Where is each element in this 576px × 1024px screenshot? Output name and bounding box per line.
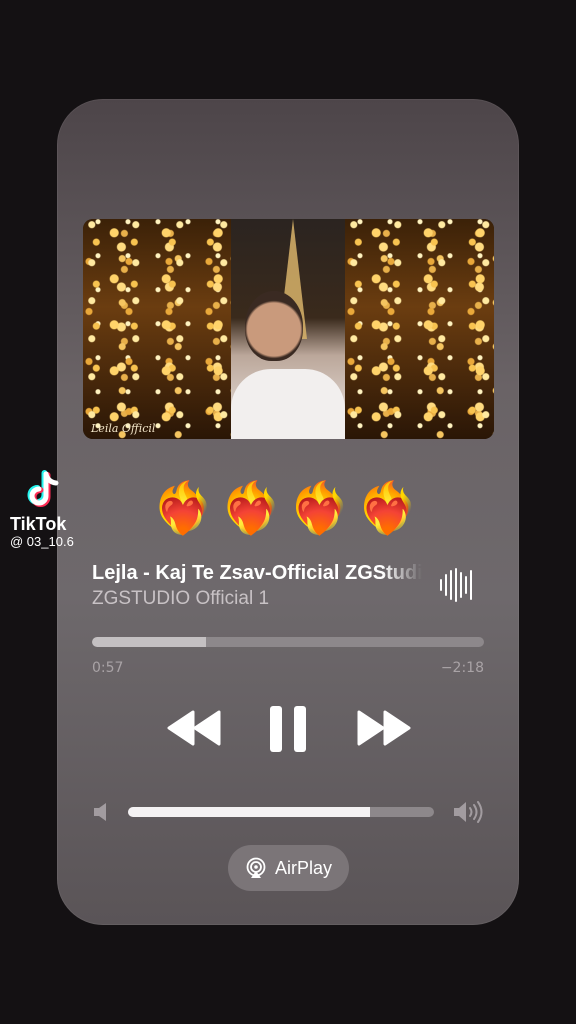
pause-icon <box>270 706 306 752</box>
artwork-bokeh-left <box>83 219 231 439</box>
volume-level-fill <box>128 807 370 817</box>
airplay-icon <box>246 857 266 878</box>
playback-scrubber[interactable] <box>92 637 484 647</box>
time-remaining: −2:18 <box>440 660 484 676</box>
airplay-button[interactable]: AirPlay <box>228 845 349 891</box>
fast-forward-icon <box>357 710 411 746</box>
airplay-label: AirPlay <box>274 857 332 878</box>
pause-button[interactable] <box>268 705 308 753</box>
rewind-button[interactable] <box>165 708 223 748</box>
fast-forward-button[interactable] <box>355 708 413 748</box>
song-artist: ZGSTUDIO Official 1 <box>92 588 270 609</box>
person-body-shape <box>231 369 345 439</box>
person-head-shape <box>245 291 303 361</box>
waveform-icon[interactable] <box>440 568 472 602</box>
speaker-high-icon <box>452 799 484 825</box>
album-artwork: Leila Officil <box>83 219 494 439</box>
speaker-low-icon <box>92 801 110 823</box>
time-elapsed: 0:57 <box>92 660 124 676</box>
volume-slider[interactable] <box>128 807 434 817</box>
song-title: Lejla - Kaj Te Zsav-Official ZGStudio <box>92 562 422 584</box>
artwork-photo <box>231 219 345 439</box>
heart-on-fire-emojis: ❤️‍🔥❤️‍🔥❤️‍🔥❤️‍🔥 <box>151 479 425 537</box>
rewind-icon <box>167 710 221 746</box>
artwork-bokeh-right <box>345 219 494 439</box>
artwork-signature: Leila Officil <box>91 422 156 435</box>
playback-progress-fill <box>92 637 206 647</box>
